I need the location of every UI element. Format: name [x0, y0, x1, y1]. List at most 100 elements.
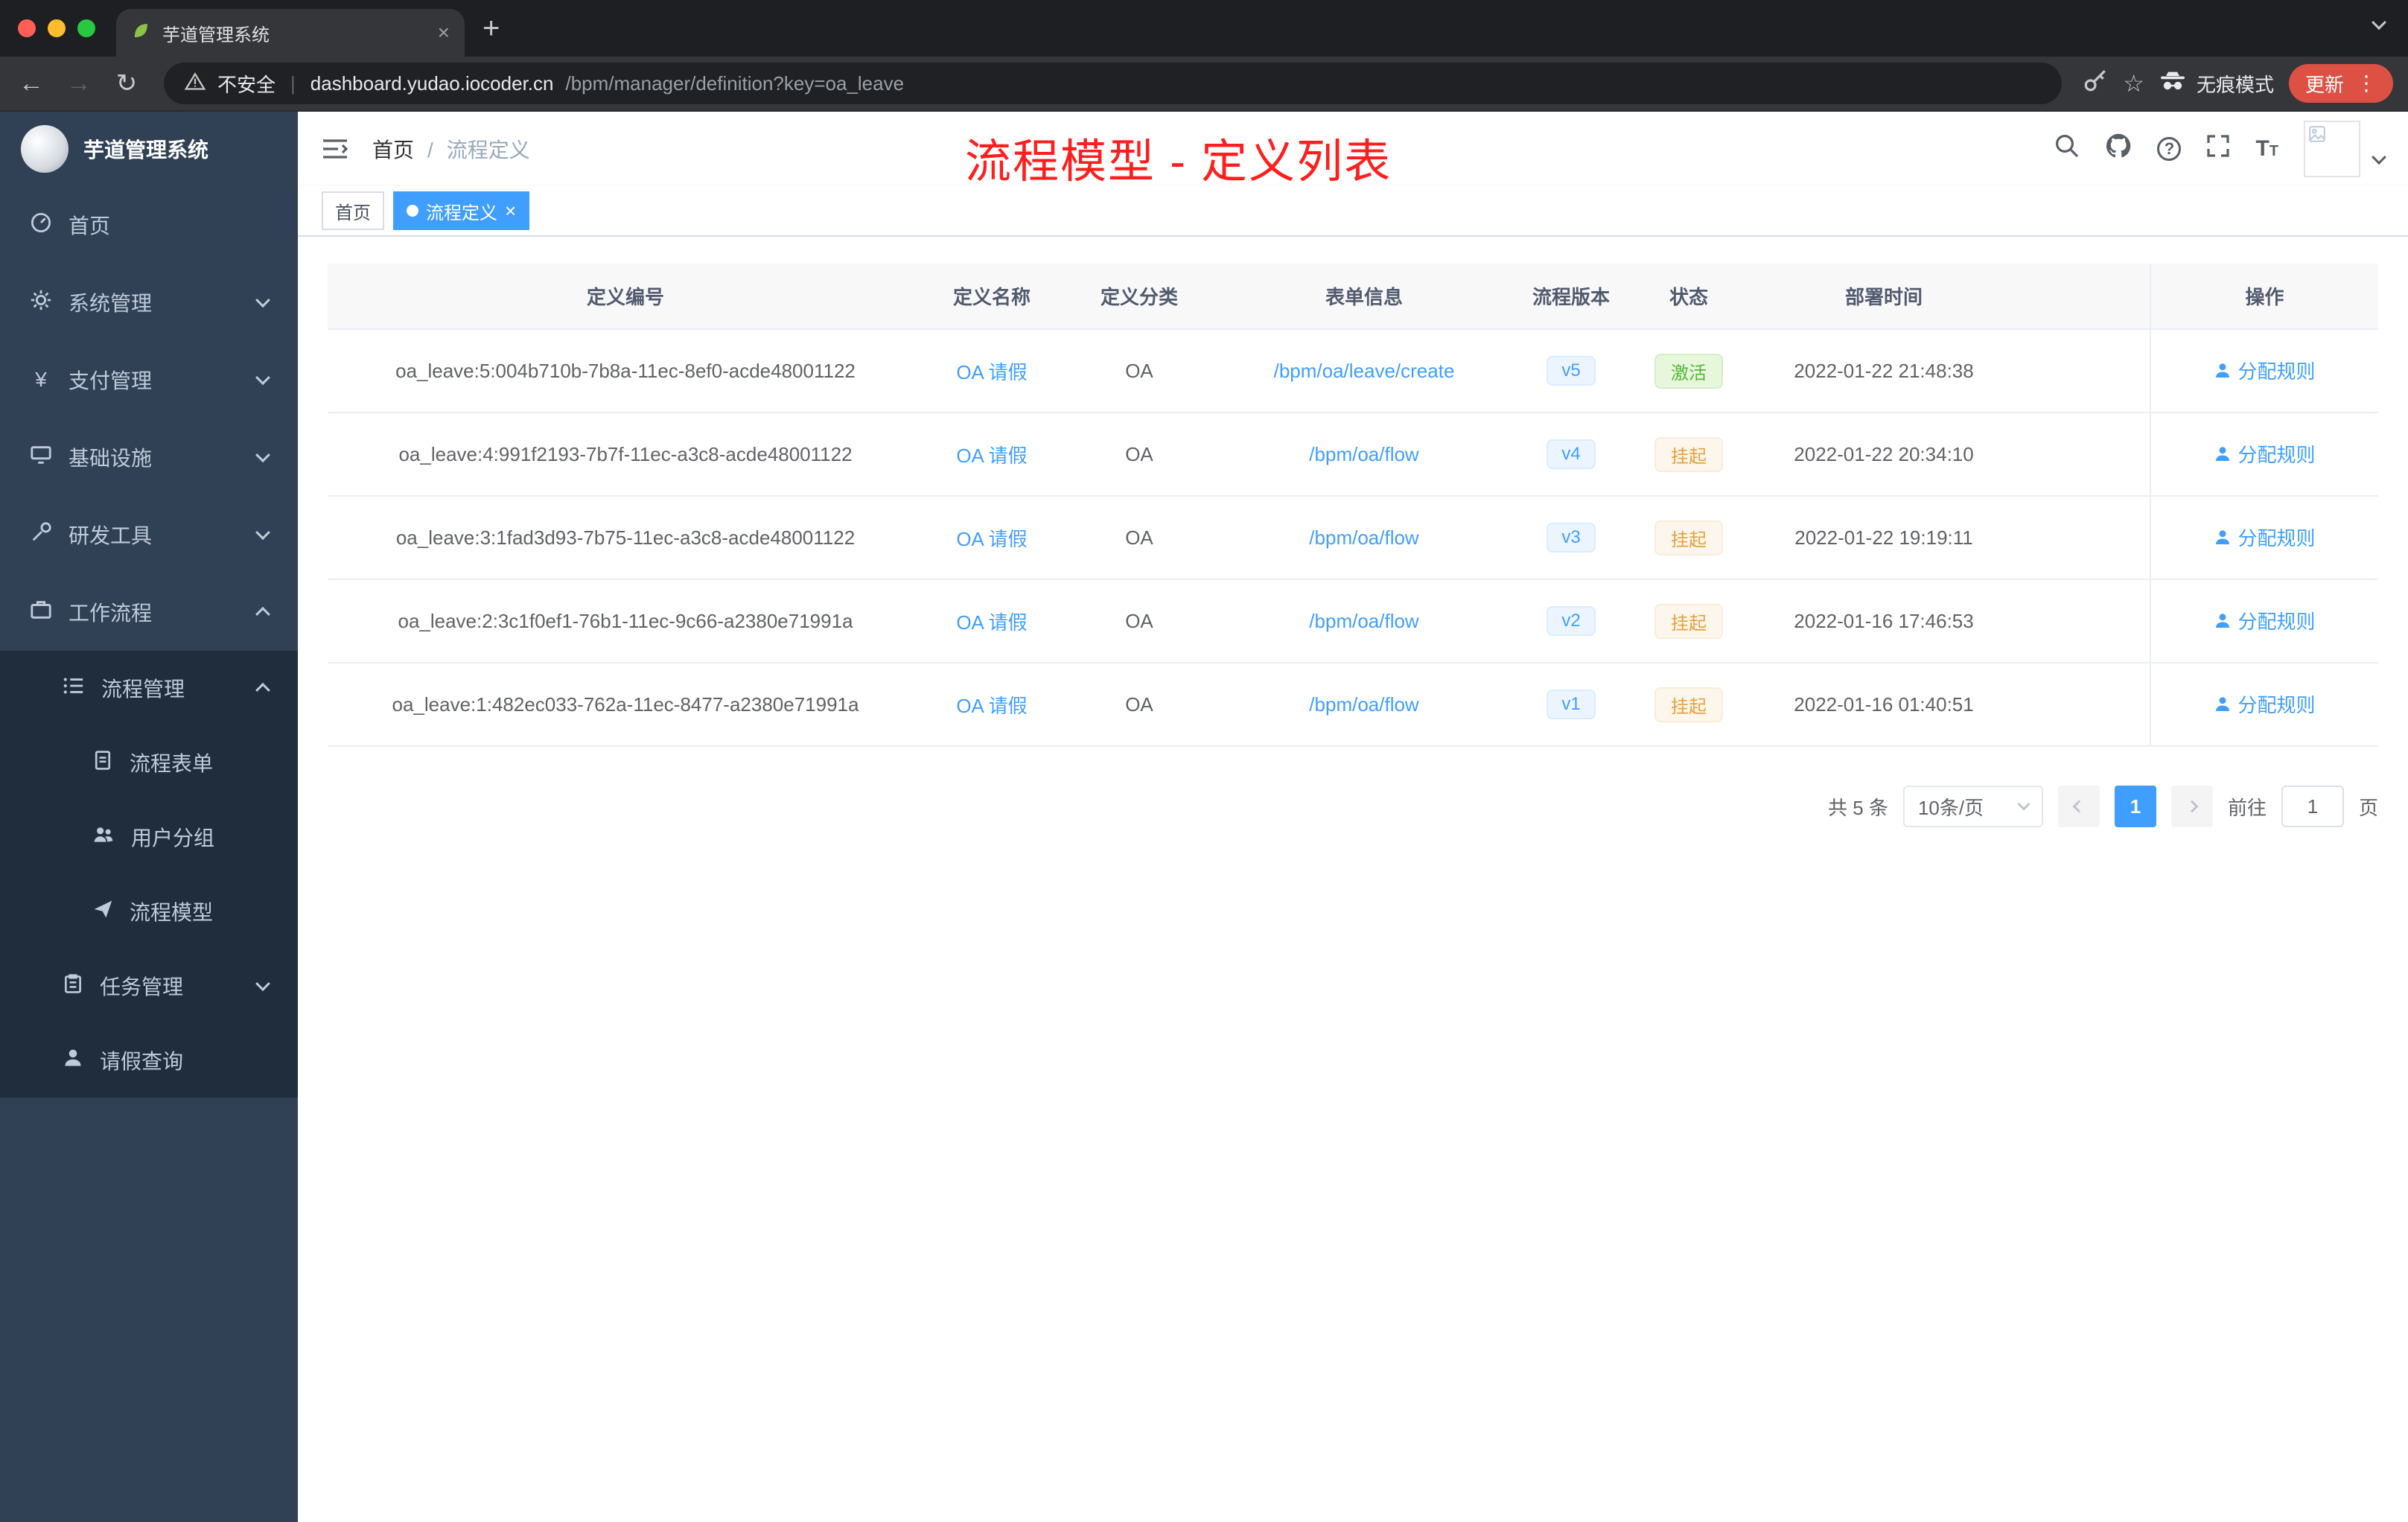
page-number-button[interactable]: 1	[2114, 786, 2156, 827]
definition-category: OA	[1060, 579, 1218, 663]
users-icon	[92, 824, 115, 850]
navbar: 首页 / 流程定义 ? TT	[298, 112, 2408, 186]
workflow-submenu: 流程管理 流程表单 用户分组 流程模型 任务管理 请假查询	[0, 651, 298, 1098]
new-tab-button[interactable]: +	[482, 13, 500, 43]
chevron-down-icon	[255, 448, 270, 463]
gear-icon	[30, 289, 52, 316]
tag-process-definition[interactable]: 流程定义 ×	[393, 191, 530, 230]
prev-page-button[interactable]	[2057, 786, 2100, 827]
logo-avatar	[21, 125, 69, 173]
document-icon	[92, 750, 113, 776]
tab-close-icon[interactable]: ×	[438, 22, 450, 43]
breadcrumb-home[interactable]: 首页	[372, 138, 414, 162]
clipboard-icon	[63, 973, 83, 999]
table-row: oa_leave:1:482ec033-762a-11ec-8477-a2380…	[328, 663, 2378, 747]
version-badge: v3	[1547, 523, 1596, 553]
goto-page-input[interactable]	[2281, 786, 2344, 827]
tab-search-icon[interactable]	[2372, 15, 2386, 31]
goto-label: 前往	[2227, 796, 2267, 819]
hamburger-icon[interactable]	[322, 137, 348, 161]
definition-category: OA	[1060, 413, 1218, 497]
assign-rule-link[interactable]: 分配规则	[2214, 607, 2316, 634]
table-row: oa_leave:2:3c1f0ef1-76b1-11ec-9c66-a2380…	[328, 579, 2378, 663]
sidebar-item-infra[interactable]: 基础设施	[0, 418, 298, 496]
sidebar-item-process-mgmt[interactable]: 流程管理	[0, 651, 298, 725]
sidebar-item-workflow[interactable]: 工作流程	[0, 573, 298, 651]
table-row: oa_leave:3:1fad3d93-7b75-11ec-a3c8-acde4…	[328, 496, 2378, 580]
sidebar-item-task-mgmt[interactable]: 任务管理	[0, 949, 298, 1023]
form-link[interactable]: /bpm/oa/flow	[1309, 443, 1418, 465]
browser-tab[interactable]: 芋道管理系统 ×	[116, 9, 465, 57]
incognito-icon	[2159, 71, 2186, 97]
pagination: 共 5 条 10条/页 1 前往 页	[328, 786, 2378, 827]
tag-close-icon[interactable]: ×	[505, 201, 516, 220]
help-icon[interactable]: ?	[2157, 137, 2182, 161]
window-close-button[interactable]	[18, 19, 36, 37]
version-badge: v5	[1547, 356, 1596, 386]
deploy-time: 2022-01-16 17:46:53	[1745, 579, 2022, 663]
browser-tabstrip: 芋道管理系统 × +	[0, 0, 2408, 57]
definition-id: oa_leave:5:004b710b-7b8a-11ec-8ef0-acde4…	[328, 329, 923, 413]
url-path: /bpm/manager/definition?key=oa_leave	[565, 71, 905, 95]
table-row: oa_leave:4:991f2193-7b7f-11ec-a3c8-acde4…	[328, 413, 2378, 497]
back-button[interactable]: ←	[15, 71, 48, 96]
page-size-select[interactable]: 10条/页	[1902, 786, 2043, 827]
form-link[interactable]: /bpm/oa/flow	[1309, 693, 1418, 716]
definition-name-link[interactable]: OA 请假	[956, 445, 1027, 467]
form-link[interactable]: /bpm/oa/leave/create	[1274, 360, 1455, 382]
definition-name-link[interactable]: OA 请假	[956, 528, 1027, 550]
definition-id: oa_leave:4:991f2193-7b7f-11ec-a3c8-acde4…	[328, 413, 923, 497]
page-unit-label: 页	[2358, 796, 2378, 819]
col-status: 状态	[1632, 264, 1745, 330]
window-minimize-button[interactable]	[48, 19, 66, 37]
sidebar-item-process-form[interactable]: 流程表单	[0, 725, 298, 800]
form-link[interactable]: /bpm/oa/flow	[1309, 610, 1418, 632]
reload-button[interactable]: ↻	[110, 71, 143, 96]
tab-title: 芋道管理系统	[162, 25, 270, 45]
chevron-down-icon	[255, 525, 270, 541]
form-link[interactable]: /bpm/oa/flow	[1309, 526, 1418, 549]
bookmark-star-icon[interactable]: ☆	[2123, 69, 2144, 98]
avatar[interactable]	[2304, 121, 2360, 177]
definition-name-link[interactable]: OA 请假	[956, 611, 1027, 634]
version-badge: v2	[1547, 606, 1596, 636]
assign-rule-link[interactable]: 分配规则	[2214, 440, 2316, 468]
sidebar-item-payment[interactable]: ¥ 支付管理	[0, 341, 298, 418]
next-page-button[interactable]	[2170, 786, 2213, 827]
font-size-icon[interactable]: TT	[2255, 136, 2278, 162]
address-bar[interactable]: 不安全 | dashboard.yudao.iocoder.cn/bpm/man…	[164, 63, 2063, 104]
assign-rule-link[interactable]: 分配规则	[2214, 357, 2316, 384]
assign-rule-link[interactable]: 分配规则	[2214, 690, 2316, 718]
sidebar-item-devtools[interactable]: 研发工具	[0, 496, 298, 573]
sidebar-item-home[interactable]: 首页	[0, 186, 298, 264]
avatar-caret-icon[interactable]	[2372, 150, 2386, 165]
chevron-down-icon	[2017, 797, 2030, 811]
sidebar-item-leave-query[interactable]: 请假查询	[0, 1023, 298, 1098]
logo-title: 芋道管理系统	[83, 138, 209, 162]
github-icon[interactable]	[2105, 133, 2132, 165]
forward-button[interactable]: →	[63, 71, 95, 96]
chrome-update-button[interactable]: 更新 ⋮	[2288, 64, 2393, 103]
search-icon[interactable]	[2054, 133, 2080, 165]
sidebar-logo[interactable]: 芋道管理系统	[0, 112, 298, 186]
window-zoom-button[interactable]	[77, 19, 95, 37]
col-process-version: 流程版本	[1510, 264, 1632, 330]
sidebar-item-system[interactable]: 系统管理	[0, 264, 298, 341]
fullscreen-icon[interactable]	[2206, 134, 2230, 164]
tags-view: 首页 流程定义 ×	[298, 186, 2408, 237]
definition-name-link[interactable]: OA 请假	[956, 695, 1027, 717]
wrench-icon	[30, 521, 52, 549]
definition-name-link[interactable]: OA 请假	[956, 361, 1027, 383]
browser-menu-icon[interactable]: ⋮	[2356, 73, 2377, 94]
list-icon	[63, 675, 85, 702]
briefcase-icon	[30, 599, 52, 626]
status-badge: 挂起	[1654, 436, 1723, 472]
deploy-time: 2022-01-22 21:48:38	[1745, 329, 2022, 413]
tag-home[interactable]: 首页	[322, 191, 384, 230]
sidebar-item-user-group[interactable]: 用户分组	[0, 800, 298, 874]
assign-rule-link[interactable]: 分配规则	[2214, 523, 2316, 551]
definition-id: oa_leave:1:482ec033-762a-11ec-8477-a2380…	[328, 663, 923, 747]
password-key-icon[interactable]	[2083, 68, 2108, 99]
status-badge: 挂起	[1654, 687, 1723, 722]
sidebar-item-process-model[interactable]: 流程模型	[0, 874, 298, 949]
